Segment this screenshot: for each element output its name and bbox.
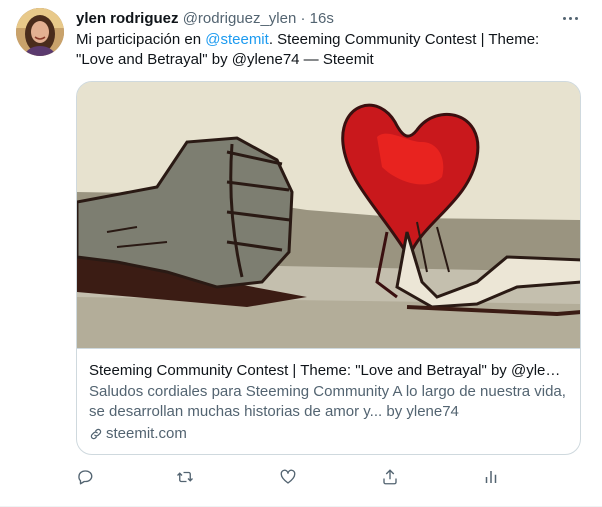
retweet-icon [177,471,193,483]
tweet-header: ylen rodriguez @rodriguez_ylen · 16s [76,9,334,29]
card-domain-row[interactable]: steemit.com [89,424,568,444]
analytics-icon [485,471,497,483]
card-body[interactable]: Steeming Community Contest | Theme: "Lov… [77,349,580,444]
tweet-text: Mi participación en @steemit. Steeming C… [76,30,576,70]
tweet-text-before: Mi participación en [76,31,206,48]
share-button[interactable] [381,468,401,488]
author-handle[interactable]: @rodriguez_ylen [183,10,297,27]
link-icon [90,428,102,440]
card-title[interactable]: Steeming Community Contest | Theme: "Lov… [89,361,568,381]
analytics-button[interactable] [482,468,502,488]
tweet-timestamp[interactable]: 16s [310,10,334,27]
avatar[interactable] [16,8,64,56]
more-dots-icon[interactable] [558,8,582,28]
card-description: Saludos cordiales para Steeming Communit… [89,383,566,420]
card-image[interactable] [77,82,581,349]
link-card[interactable]: Steeming Community Contest | Theme: "Lov… [76,81,581,455]
card-domain: steemit.com [106,425,187,442]
author-name[interactable]: ylen rodriguez [76,10,179,27]
mention-link[interactable]: @steemit [205,31,269,48]
header-separator: · [300,10,306,27]
tweet-actions [76,468,506,492]
reply-button[interactable] [76,468,96,488]
reply-icon [78,470,93,485]
retweet-button[interactable] [176,468,196,488]
like-button[interactable] [279,468,299,488]
tweet[interactable]: ylen rodriguez @rodriguez_ylen · 16s Mi … [0,0,602,507]
share-icon [383,469,397,485]
heart-icon [280,469,296,484]
